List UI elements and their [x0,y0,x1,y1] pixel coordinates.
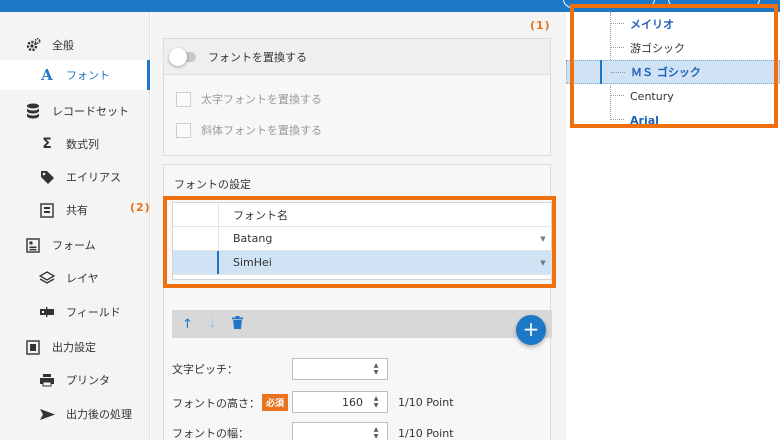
bold-replace-checkbox[interactable] [176,91,191,107]
sidebar-item-label: 数式列 [66,138,99,151]
height-row: フォントの高さ： 必須 [172,394,289,411]
sidebar-item-post-output[interactable]: 出力後の処理 [0,399,150,429]
italic-replace-checkbox[interactable] [176,122,191,138]
layers-icon [38,270,56,286]
font-replace-toggle[interactable] [169,47,196,66]
font-replace-header: フォントを置換する [164,39,550,75]
field-icon [38,304,56,320]
annotation-label-1: (1) [530,19,551,32]
sidebar-item-label: レイヤ [66,272,99,285]
printer-icon [38,372,56,388]
sidebar-item-share[interactable]: 共有 [0,195,150,225]
sidebar-item-alias[interactable]: エイリアス [0,162,150,192]
annotation-box-2 [163,196,556,288]
sidebar-item-label: フォント [66,69,110,82]
pitch-stepper[interactable]: ▲ ▼ [292,358,388,380]
sidebar: 全般 A フォント レコードセット Σ 数式列 エイリアス 共有 フォーム レイ… [0,12,150,440]
annotation-label-2: (2) [130,201,151,214]
form-icon [24,237,42,253]
move-down-button[interactable]: ↓ [207,317,218,332]
height-label: フォントの高さ： [172,396,260,410]
width-stepper[interactable]: ▲ ▼ [292,422,388,440]
add-font-button[interactable]: + [516,315,546,345]
font-icon: A [41,66,53,84]
move-up-button[interactable]: ↑ [182,317,193,332]
output-settings-icon [24,339,42,355]
sidebar-item-printer[interactable]: プリンタ [0,365,150,395]
italic-replace-row: 斜体フォントを置換する [176,122,322,138]
send-icon [38,406,56,422]
pitch-row: 文字ピッチ： [172,361,262,377]
sidebar-item-label: フォーム [52,239,96,252]
sidebar-item-label: 出力設定 [52,341,96,354]
height-unit: 1/10 Point [398,396,454,409]
font-replace-card: フォントを置換する 太字フォントを置換する 斜体フォントを置換する [163,38,551,156]
sidebar-item-output-settings[interactable]: 出力設定 [0,332,150,362]
tag-icon [38,169,56,185]
sidebar-item-label: 全般 [52,39,74,52]
font-settings-title: フォントの設定 [174,178,251,191]
sigma-icon: Σ [42,136,52,152]
width-unit: 1/10 Point [398,427,454,440]
width-row: フォントの幅： [172,425,262,440]
sidebar-item-form[interactable]: フォーム [0,230,150,260]
database-icon [24,103,42,119]
sidebar-item-label: エイリアス [66,171,121,184]
share-icon [38,202,56,218]
sidebar-item-general[interactable]: 全般 [0,30,150,60]
sidebar-item-label: フィールド [66,306,121,319]
required-badge: 必須 [262,394,289,411]
sidebar-item-field[interactable]: フィールド [0,297,150,327]
table-toolbar: ↑ ↓ [172,310,552,338]
width-label: フォントの幅： [172,427,249,440]
height-stepper[interactable]: 160 ▲ ▼ [292,391,388,413]
bold-replace-label: 太字フォントを置換する [201,93,322,106]
sidebar-item-formula-column[interactable]: Σ 数式列 [0,129,150,159]
sidebar-item-label: プリンタ [66,374,110,387]
sidebar-item-font[interactable]: A フォント [0,60,150,90]
sidebar-item-label: 共有 [66,204,88,217]
gear-icon [24,37,42,53]
annotation-box-1 [570,4,778,128]
pitch-label: 文字ピッチ： [172,363,238,376]
sidebar-item-layer[interactable]: レイヤ [0,263,150,293]
delete-button[interactable] [231,315,243,333]
italic-replace-label: 斜体フォントを置換する [201,124,322,137]
bold-replace-row: 太字フォントを置換する [176,91,322,107]
trash-icon [231,315,243,329]
font-replace-label: フォントを置換する [208,50,307,64]
sidebar-item-label: レコードセット [52,105,129,118]
sidebar-item-recordset[interactable]: レコードセット [0,96,150,126]
sidebar-item-label: 出力後の処理 [66,408,132,421]
